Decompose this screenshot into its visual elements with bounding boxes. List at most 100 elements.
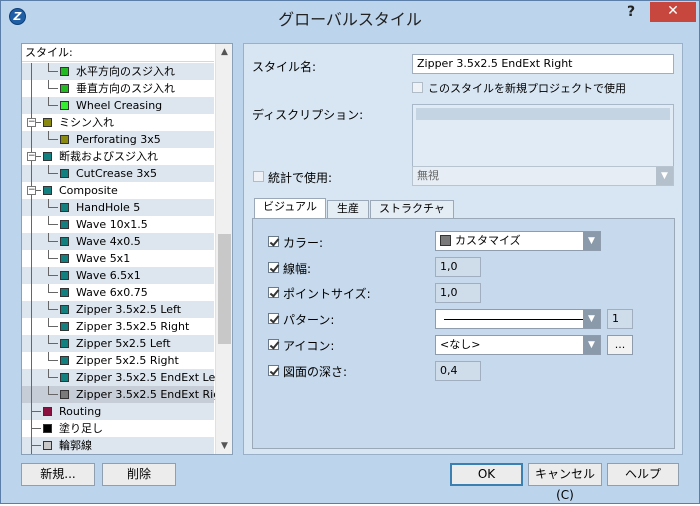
tree-item[interactable]: Wheel Creasing bbox=[22, 97, 214, 114]
tab-production[interactable]: 生産 bbox=[327, 200, 369, 218]
solid-line-pattern bbox=[444, 319, 584, 320]
tree-item[interactable]: Wave 5x1 bbox=[22, 250, 214, 267]
depth-input[interactable]: 0,4 bbox=[435, 361, 481, 381]
tree-item-label: Perforating 3x5 bbox=[76, 133, 161, 146]
tree-item[interactable]: Zipper 3.5x2.5 Right bbox=[22, 318, 214, 335]
color-swatch-icon bbox=[43, 186, 52, 195]
help-question-button[interactable]: ? bbox=[627, 4, 643, 20]
tree-item[interactable]: Zipper 3.5x2.5 EndExt Right bbox=[22, 386, 231, 403]
icon-checkbox[interactable] bbox=[268, 339, 279, 350]
tree-item[interactable]: − 断裁およびスジ入れ bbox=[22, 148, 214, 165]
style-tree: 水平方向のスジ入れ 垂直方向のスジ入れ Wheel Creasing − ミシン入れ Pe… bbox=[22, 63, 231, 454]
tree-item[interactable]: 水平方向のスジ入れ bbox=[22, 63, 214, 80]
tree-connector bbox=[48, 360, 58, 361]
tree-connector bbox=[48, 224, 58, 225]
color-swatch-icon bbox=[60, 135, 69, 144]
tree-connector bbox=[31, 63, 32, 80]
title-bar: Z グローバルスタイル ? ✕ bbox=[1, 1, 699, 31]
tree-connector bbox=[48, 309, 58, 310]
color-swatch-icon bbox=[60, 322, 69, 331]
tree-item[interactable]: 垂直方向のスジ入れ bbox=[22, 80, 214, 97]
tree-item[interactable]: 塗り足し bbox=[22, 420, 214, 437]
tree-connector bbox=[48, 139, 58, 140]
tree-item-label: Wheel Creasing bbox=[76, 99, 163, 112]
color-swatch-icon bbox=[60, 288, 69, 297]
point-size-checkbox[interactable] bbox=[268, 287, 279, 298]
style-name-input[interactable]: Zipper 3.5x2.5 EndExt Right bbox=[412, 54, 674, 74]
help-button[interactable]: ヘルプ bbox=[607, 463, 679, 486]
tree-item[interactable]: 輪郭線 bbox=[22, 437, 214, 454]
collapse-icon[interactable]: − bbox=[27, 152, 36, 161]
pattern-checkbox[interactable] bbox=[268, 313, 279, 324]
tree-item-label: Wave 6.5x1 bbox=[76, 269, 141, 282]
tree-item[interactable]: Wave 6.5x1 bbox=[22, 267, 214, 284]
tree-item[interactable]: Wave 4x0.5 bbox=[22, 233, 214, 250]
use-in-stats-label: 統計で使用: bbox=[268, 171, 333, 185]
tree-item-label: Wave 5x1 bbox=[76, 252, 131, 265]
cancel-button[interactable]: キャンセル(C) bbox=[528, 463, 602, 502]
collapse-icon[interactable]: − bbox=[27, 118, 36, 127]
point-size-input[interactable]: 1,0 bbox=[435, 283, 481, 303]
tree-item[interactable]: Zipper 5x2.5 Right bbox=[22, 352, 214, 369]
tree-item[interactable]: CutCrease 3x5 bbox=[22, 165, 214, 182]
style-name-label: スタイル名: bbox=[252, 60, 317, 74]
use-in-new-project-checkbox[interactable] bbox=[412, 82, 423, 93]
color-swatch-icon bbox=[60, 390, 69, 399]
tree-item[interactable]: Routing bbox=[22, 403, 214, 420]
tree-item[interactable]: Perforating 3x5 bbox=[22, 131, 214, 148]
description-highlight bbox=[416, 108, 670, 120]
chevron-down-icon[interactable]: ▼ bbox=[656, 167, 673, 185]
tree-item-label: Zipper 3.5x2.5 Right bbox=[76, 320, 190, 333]
tree-item[interactable]: − Composite bbox=[22, 182, 214, 199]
line-width-input[interactable]: 1,0 bbox=[435, 257, 481, 277]
tree-item[interactable]: Zipper 5x2.5 Left bbox=[22, 335, 214, 352]
tree-item[interactable]: HandHole 5 bbox=[22, 199, 214, 216]
line-width-checkbox[interactable] bbox=[268, 262, 279, 273]
tree-connector bbox=[48, 343, 58, 344]
chevron-down-icon[interactable]: ▼ bbox=[583, 336, 600, 354]
collapse-icon[interactable]: − bbox=[27, 186, 36, 195]
color-swatch-icon bbox=[60, 339, 69, 348]
chevron-down-icon[interactable]: ▼ bbox=[583, 310, 600, 328]
tree-connector bbox=[48, 377, 58, 378]
color-swatch-icon bbox=[43, 118, 52, 127]
tree-connector bbox=[31, 80, 32, 97]
tree-item[interactable]: Zipper 3.5x2.5 EndExt Left bbox=[22, 369, 223, 386]
pattern-select[interactable]: ▼ bbox=[435, 309, 601, 329]
color-select[interactable]: カスタマイズ ▼ bbox=[435, 231, 601, 251]
tree-item[interactable]: Wave 6x0.75 bbox=[22, 284, 214, 301]
tree-item[interactable]: Zipper 3.5x2.5 Left bbox=[22, 301, 214, 318]
color-swatch-icon bbox=[60, 305, 69, 314]
tab-visual[interactable]: ビジュアル bbox=[254, 198, 326, 219]
tree-connector bbox=[48, 292, 58, 293]
depth-checkbox[interactable] bbox=[268, 365, 279, 376]
new-button[interactable]: 新規... bbox=[21, 463, 95, 486]
tree-item-label: 塗り足し bbox=[59, 422, 103, 435]
tree-item[interactable]: − ミシン入れ bbox=[22, 114, 214, 131]
tree-connector bbox=[48, 207, 58, 208]
color-label: カラー: bbox=[283, 236, 324, 250]
ok-button[interactable]: OK bbox=[450, 463, 523, 486]
chevron-down-icon[interactable]: ▼ bbox=[583, 232, 600, 250]
stats-select[interactable]: 無視 ▼ bbox=[412, 166, 674, 186]
close-button[interactable]: ✕ bbox=[650, 2, 696, 22]
color-swatch-icon bbox=[60, 101, 69, 110]
color-select-value: カスタマイズ bbox=[455, 234, 521, 247]
icon-browse-button[interactable]: ... bbox=[607, 335, 633, 355]
scroll-up-icon[interactable]: ▲ bbox=[216, 44, 232, 60]
icon-select[interactable]: <なし> ▼ bbox=[435, 335, 601, 355]
use-in-stats-checkbox[interactable] bbox=[253, 171, 264, 182]
tab-structure[interactable]: ストラクチャ bbox=[370, 200, 454, 218]
scroll-down-icon[interactable]: ▼ bbox=[216, 438, 232, 454]
pattern-count-input[interactable]: 1 bbox=[607, 309, 633, 329]
color-checkbox[interactable] bbox=[268, 236, 279, 247]
tree-connector bbox=[31, 250, 32, 267]
tree-scrollbar[interactable]: ▲ ▼ bbox=[215, 44, 232, 454]
delete-button[interactable]: 削除 bbox=[102, 463, 176, 486]
description-textarea[interactable] bbox=[412, 104, 674, 168]
tree-item[interactable]: Wave 10x1.5 bbox=[22, 216, 214, 233]
tree-connector bbox=[31, 411, 41, 412]
color-swatch-icon bbox=[60, 67, 69, 76]
tree-connector bbox=[31, 428, 41, 429]
scroll-thumb[interactable] bbox=[218, 234, 231, 344]
